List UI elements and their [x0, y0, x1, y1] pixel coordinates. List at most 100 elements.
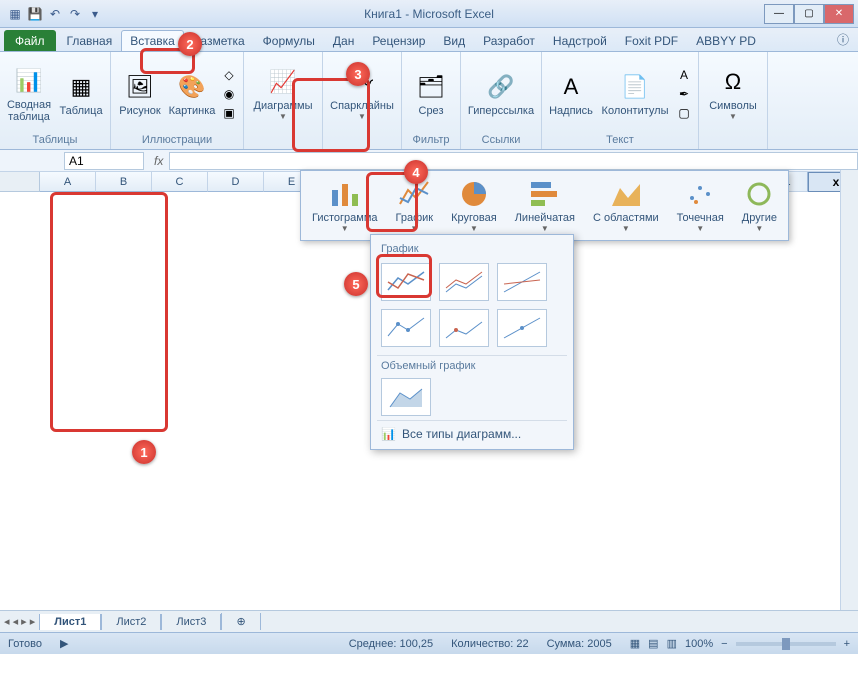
tab-home[interactable]: Главная — [58, 30, 122, 51]
wordart-icon[interactable]: A — [674, 66, 694, 84]
pivot-table-button[interactable]: 📊 Сводная таблица — [4, 63, 54, 125]
tab-data[interactable]: Дан — [324, 30, 363, 51]
col-header-C[interactable]: C — [152, 172, 208, 192]
zoom-slider[interactable] — [736, 642, 836, 646]
all-chart-types[interactable]: 📊 Все типы диаграмм... — [377, 420, 567, 443]
picture-button[interactable]: 🖼 Рисунок — [115, 69, 165, 119]
group-illustrations: 🖼 Рисунок 🎨 Картинка ◇ ◉ ▣ Иллюстрации — [111, 52, 244, 149]
gallery-other[interactable]: Другие▼ — [735, 175, 784, 236]
line-type-5[interactable] — [439, 309, 489, 347]
clipart-icon: 🎨 — [176, 71, 208, 103]
gallery-bar[interactable]: Линейчатая▼ — [508, 175, 582, 236]
group-filter: 🗂 Срез Фильтр — [402, 52, 461, 149]
view-layout-icon[interactable]: ▤ — [648, 637, 658, 650]
tab-formulas[interactable]: Формулы — [254, 30, 324, 51]
sheet-tab-2[interactable]: Лист2 — [101, 614, 161, 630]
shapes-col: ◇ ◉ ▣ — [219, 66, 239, 122]
gallery-scatter[interactable]: Точечная▼ — [670, 175, 731, 236]
tab-insert[interactable]: Вставка — [121, 30, 184, 51]
col-header-B[interactable]: B — [96, 172, 152, 192]
line-type-3[interactable] — [497, 263, 547, 301]
object-icon[interactable]: ▢ — [674, 104, 694, 122]
gallery-pie[interactable]: Круговая▼ — [444, 175, 504, 236]
qat-more-icon[interactable]: ▾ — [86, 5, 104, 23]
slicer-button[interactable]: 🗂 Срез — [406, 69, 456, 119]
hyperlink-button[interactable]: 🔗 Гиперссылка — [465, 69, 537, 119]
chevron-down-icon: ▼ — [279, 112, 287, 121]
line-type-6[interactable] — [497, 309, 547, 347]
headerfooter-icon: 📄 — [619, 71, 651, 103]
line-type-1[interactable] — [381, 263, 431, 301]
tab-abbyy[interactable]: ABBYY PD — [687, 30, 765, 51]
bar-icon — [529, 178, 561, 210]
line-type-2[interactable] — [439, 263, 489, 301]
smartart-icon[interactable]: ◉ — [219, 85, 239, 103]
tab-developer[interactable]: Разработ — [474, 30, 544, 51]
hyperlink-icon: 🔗 — [485, 71, 517, 103]
fx-icon[interactable]: fx — [154, 154, 163, 168]
table-button[interactable]: ▦ Таблица — [56, 69, 106, 119]
minimize-button[interactable]: — — [764, 4, 794, 24]
status-macro-icon[interactable]: ▶ — [60, 637, 68, 650]
badge-4: 4 — [404, 160, 428, 184]
name-box[interactable] — [64, 152, 144, 170]
tab-foxit[interactable]: Foxit PDF — [616, 30, 687, 51]
charts-button[interactable]: 📈 Диаграммы ▼ — [248, 64, 318, 123]
help-icon[interactable]: ⓘ — [828, 27, 858, 51]
other-charts-icon — [743, 178, 775, 210]
group-symbols: Ω Символы ▼ — [699, 52, 768, 149]
zoom-in-icon[interactable]: + — [844, 638, 850, 650]
gallery-histogram[interactable]: Гистограмма▼ — [305, 175, 385, 236]
tab-review[interactable]: Рецензир — [363, 30, 434, 51]
group-tables: 📊 Сводная таблица ▦ Таблица Таблицы — [0, 52, 111, 149]
badge-5: 5 — [344, 272, 368, 296]
line-3d-type[interactable] — [381, 378, 431, 416]
clipart-button[interactable]: 🎨 Картинка — [167, 69, 217, 119]
sheet-nav[interactable]: ◂ ◂ ▸ ▸ — [0, 615, 39, 628]
undo-icon[interactable]: ↶ — [46, 5, 64, 23]
view-normal-icon[interactable]: ▦ — [630, 637, 640, 650]
save-icon[interactable]: 💾 — [26, 5, 44, 23]
col-header-A[interactable]: A — [40, 172, 96, 192]
sheet-new[interactable]: ⊕ — [221, 613, 260, 630]
zoom-out-icon[interactable]: − — [721, 638, 727, 650]
gallery-area[interactable]: С областями▼ — [586, 175, 666, 236]
excel-icon: ▦ — [6, 5, 24, 23]
badge-1: 1 — [132, 440, 156, 464]
vertical-scrollbar[interactable] — [840, 170, 858, 610]
sheet-tab-1[interactable]: Лист1 — [39, 614, 101, 630]
symbols-button[interactable]: Ω Символы ▼ — [703, 64, 763, 123]
zoom-level[interactable]: 100% — [685, 638, 713, 650]
tab-addins[interactable]: Надстрой — [544, 30, 616, 51]
textbox-button[interactable]: A Надпись — [546, 69, 596, 119]
textbox-icon: A — [555, 71, 587, 103]
dropdown-header-3d: Объемный график — [377, 355, 567, 376]
sigline-icon[interactable]: ✒ — [674, 85, 694, 103]
group-text-label: Текст — [546, 133, 694, 147]
dropdown-header-line: График — [377, 241, 567, 261]
shapes-icon[interactable]: ◇ — [219, 66, 239, 84]
omega-icon: Ω — [717, 66, 749, 98]
gallery-line[interactable]: График▼ — [389, 175, 441, 236]
select-all-corner[interactable] — [0, 172, 40, 192]
window-title: Книга1 - Microsoft Excel — [364, 7, 494, 21]
col-header-D[interactable]: D — [208, 172, 264, 192]
maximize-button[interactable]: ▢ — [794, 4, 824, 24]
screenshot-icon[interactable]: ▣ — [219, 104, 239, 122]
redo-icon[interactable]: ↷ — [66, 5, 84, 23]
sheet-tab-3[interactable]: Лист3 — [161, 614, 221, 630]
headerfooter-button[interactable]: 📄 Колонтитулы — [598, 69, 672, 119]
group-links: 🔗 Гиперссылка Ссылки — [461, 52, 542, 149]
line-type-4[interactable] — [381, 309, 431, 347]
badge-2: 2 — [178, 32, 202, 56]
view-break-icon[interactable]: ▥ — [667, 637, 677, 650]
group-charts: 📈 Диаграммы ▼ — [244, 52, 323, 149]
group-filter-label: Фильтр — [406, 133, 456, 147]
tab-view[interactable]: Вид — [434, 30, 474, 51]
tab-file[interactable]: Файл — [4, 30, 56, 51]
close-button[interactable]: ✕ — [824, 4, 854, 24]
sheet-tab-bar: ◂ ◂ ▸ ▸ Лист1 Лист2 Лист3 ⊕ — [0, 610, 858, 632]
group-links-label: Ссылки — [465, 133, 537, 147]
formula-input[interactable] — [169, 152, 858, 170]
picture-icon: 🖼 — [124, 71, 156, 103]
